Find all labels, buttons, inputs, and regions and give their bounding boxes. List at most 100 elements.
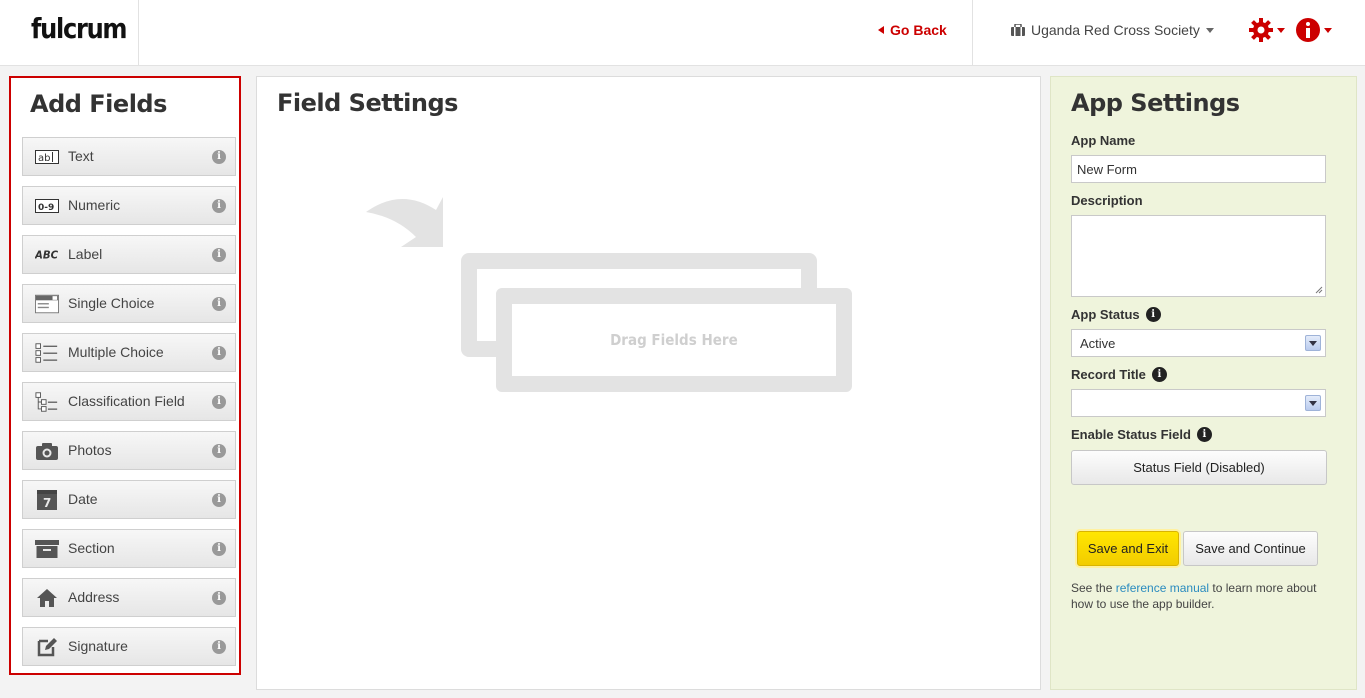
add-fields-title: Add Fields xyxy=(30,90,167,118)
field-button-text[interactable]: ab Text i xyxy=(22,137,236,176)
info-icon xyxy=(1296,18,1320,42)
chevron-down-icon xyxy=(1305,335,1321,351)
home-icon xyxy=(35,588,59,608)
info-icon[interactable]: i xyxy=(212,444,226,458)
info-icon[interactable]: i xyxy=(212,199,226,213)
field-settings-title: Field Settings xyxy=(277,89,458,117)
svg-text:ab: ab xyxy=(38,153,50,164)
app-settings-title: App Settings xyxy=(1071,89,1240,117)
field-button-date[interactable]: 7 Date i xyxy=(22,480,236,519)
app-name-label-text: App Name xyxy=(1071,133,1136,148)
field-button-signature[interactable]: Signature i xyxy=(22,627,236,666)
info-icon[interactable]: i xyxy=(212,346,226,360)
multiple-choice-icon xyxy=(35,343,59,363)
numeric-field-icon: 0-9 xyxy=(35,196,59,216)
single-choice-icon xyxy=(35,294,59,314)
field-label: Section xyxy=(68,540,115,556)
field-button-section[interactable]: Section i xyxy=(22,529,236,568)
svg-text:7: 7 xyxy=(43,496,51,510)
organization-dropdown[interactable]: Uganda Red Cross Society xyxy=(1011,22,1214,38)
settings-menu[interactable] xyxy=(1248,17,1285,43)
reference-manual-link[interactable]: reference manual xyxy=(1116,581,1209,595)
save-and-exit-button[interactable]: Save and Exit xyxy=(1077,531,1179,566)
info-icon[interactable]: i xyxy=(1151,367,1167,382)
field-drop-zone[interactable]: Drag Fields Here xyxy=(361,192,861,402)
back-arrow-icon xyxy=(878,26,884,34)
info-icon[interactable]: i xyxy=(1145,307,1161,322)
text-field-icon: ab xyxy=(35,147,59,167)
svg-text:ABC: ABC xyxy=(35,251,59,262)
curved-arrow-icon xyxy=(366,197,443,247)
section-icon xyxy=(35,539,59,559)
description-label: Description xyxy=(1071,193,1143,208)
label-field-icon: ABC xyxy=(35,245,59,265)
add-fields-panel: Add Fields ab Text i 0-9 Numeric i ABC L… xyxy=(9,76,241,675)
field-label: Numeric xyxy=(68,197,121,213)
drop-card-front: Drag Fields Here xyxy=(496,288,852,392)
enable-status-label: Enable Status Field i xyxy=(1071,427,1212,442)
save-and-continue-button[interactable]: Save and Continue xyxy=(1183,531,1318,566)
description-textarea[interactable] xyxy=(1071,215,1326,297)
fulcrum-logo[interactable]: fulcrum xyxy=(31,12,128,45)
gear-icon xyxy=(1249,18,1273,42)
chevron-down-icon xyxy=(1305,395,1321,411)
field-button-address[interactable]: Address i xyxy=(22,578,236,617)
status-field-button[interactable]: Status Field (Disabled) xyxy=(1071,450,1327,485)
top-header: fulcrum Go Back Uganda Red Cross Society xyxy=(0,0,1365,66)
info-icon[interactable]: i xyxy=(212,297,226,311)
field-button-multiple-choice[interactable]: Multiple Choice i xyxy=(22,333,236,372)
field-label: Signature xyxy=(68,638,128,654)
field-button-single-choice[interactable]: Single Choice i xyxy=(22,284,236,323)
briefcase-icon xyxy=(1011,24,1025,36)
field-button-photos[interactable]: Photos i xyxy=(22,431,236,470)
field-label: Date xyxy=(68,491,98,507)
info-icon[interactable]: i xyxy=(212,150,226,164)
app-name-label: App Name xyxy=(1071,133,1135,148)
resize-handle-icon[interactable] xyxy=(1315,286,1323,294)
field-label: Multiple Choice xyxy=(68,344,164,360)
help-note: See the reference manual to learn more a… xyxy=(1071,580,1341,612)
org-cell: Uganda Red Cross Society xyxy=(972,0,1365,65)
field-label: Single Choice xyxy=(68,295,155,311)
field-label: Photos xyxy=(68,442,112,458)
go-back-link[interactable]: Go Back xyxy=(878,22,947,38)
field-label: Label xyxy=(68,246,103,262)
field-button-classification[interactable]: Classification Field i xyxy=(22,382,236,421)
info-icon[interactable]: i xyxy=(212,591,226,605)
info-icon[interactable]: i xyxy=(212,395,226,409)
info-icon[interactable]: i xyxy=(1196,427,1212,442)
chevron-down-icon xyxy=(1277,27,1285,33)
record-title-select[interactable] xyxy=(1071,389,1326,417)
info-icon[interactable]: i xyxy=(212,248,226,262)
record-title-label: Record Title i xyxy=(1071,367,1167,382)
app-status-label: App Status i xyxy=(1071,307,1161,322)
app-name-input[interactable]: New Form xyxy=(1071,155,1326,183)
camera-icon xyxy=(35,441,59,461)
record-title-label-text: Record Title xyxy=(1071,367,1146,382)
info-icon[interactable]: i xyxy=(212,640,226,654)
app-status-value: Active xyxy=(1080,336,1116,351)
note-prefix: See the xyxy=(1071,581,1116,595)
chevron-down-icon xyxy=(1205,27,1214,33)
info-icon[interactable]: i xyxy=(212,493,226,507)
drop-hint: Drag Fields Here xyxy=(610,331,738,349)
app-status-select[interactable]: Active xyxy=(1071,329,1326,357)
field-settings-panel: Field Settings Drag Fields Here xyxy=(256,76,1041,690)
classification-icon xyxy=(35,392,59,412)
organization-name: Uganda Red Cross Society xyxy=(1031,22,1200,38)
logo-cell: fulcrum xyxy=(0,0,139,65)
svg-text:0-9: 0-9 xyxy=(38,203,54,213)
info-icon[interactable]: i xyxy=(212,542,226,556)
chevron-down-icon xyxy=(1324,27,1332,33)
field-button-label[interactable]: ABC Label i xyxy=(22,235,236,274)
field-label: Text xyxy=(68,148,94,164)
app-status-label-text: App Status xyxy=(1071,307,1140,322)
go-back-label: Go Back xyxy=(890,22,947,38)
enable-status-label-text: Enable Status Field xyxy=(1071,427,1191,442)
signature-icon xyxy=(35,637,59,657)
help-menu[interactable] xyxy=(1295,17,1332,43)
field-button-numeric[interactable]: 0-9 Numeric i xyxy=(22,186,236,225)
field-label: Classification Field xyxy=(68,393,185,409)
app-settings-panel: App Settings App Name New Form Descripti… xyxy=(1050,76,1357,690)
description-label-text: Description xyxy=(1071,193,1143,208)
